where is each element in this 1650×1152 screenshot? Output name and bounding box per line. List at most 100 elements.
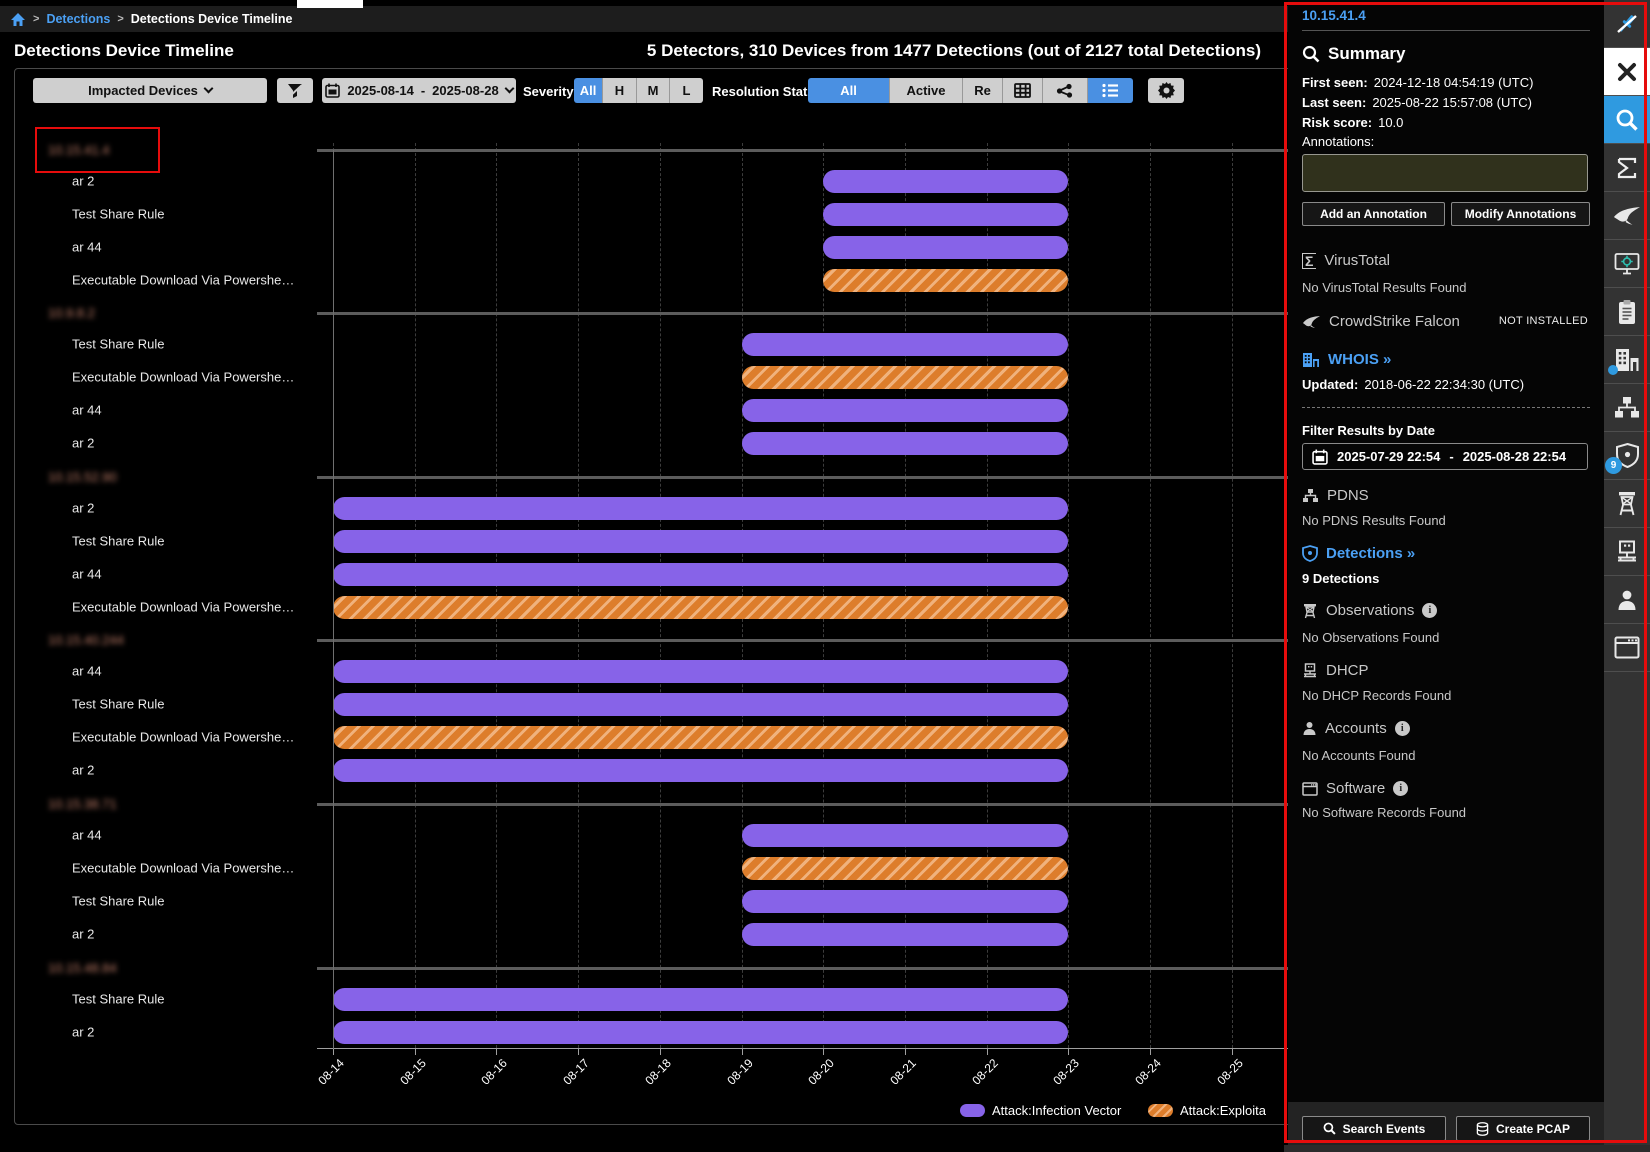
buildings-icon: [1614, 348, 1640, 372]
rail-unpin-button[interactable]: [1604, 0, 1650, 48]
rail-notes-button[interactable]: [1604, 288, 1650, 336]
rail-crowdstrike-button[interactable]: [1604, 192, 1650, 240]
person-icon: [1616, 589, 1638, 611]
timeline-bar[interactable]: [333, 1021, 1068, 1044]
detection-rule-label: Executable Download Via Powershe…: [72, 730, 294, 745]
timeline-bar[interactable]: [823, 269, 1068, 292]
axis-tick: [496, 1049, 497, 1055]
annotations-input[interactable]: [1302, 154, 1588, 192]
resolution-all-button[interactable]: All: [808, 78, 890, 103]
breadcrumb-separator: >: [117, 13, 123, 25]
severity-medium-button[interactable]: M: [637, 78, 670, 103]
create-pcap-button[interactable]: Create PCAP: [1456, 1116, 1590, 1141]
pin-slash-icon: [1614, 11, 1640, 37]
rail-software-button[interactable]: [1604, 624, 1650, 672]
panel-date-range[interactable]: 2025-07-29 22:54 - 2025-08-28 22:54: [1302, 443, 1588, 470]
detection-rule-label: Test Share Rule: [72, 207, 165, 222]
device-ip-label[interactable]: 10.9.8.2: [48, 306, 95, 321]
search-icon: [1615, 108, 1639, 132]
severity-high-button[interactable]: H: [603, 78, 637, 103]
home-icon[interactable]: [10, 12, 26, 27]
timeline-bar[interactable]: [823, 170, 1068, 193]
graph-view-button[interactable]: [1043, 78, 1088, 103]
timeline-bar[interactable]: [742, 857, 1069, 880]
timeline-bar[interactable]: [333, 660, 1068, 683]
timeline-bar[interactable]: [742, 399, 1069, 422]
crowdstrike-title: CrowdStrike Falcon: [1329, 313, 1460, 330]
date-range-button[interactable]: 2025-08-14 - 2025-08-28: [322, 78, 516, 103]
timeline-bar[interactable]: [333, 759, 1068, 782]
rail-virustotal-button[interactable]: [1604, 144, 1650, 192]
rail-endpoint-monitor-button[interactable]: [1604, 240, 1650, 288]
device-ip-label[interactable]: 10.15.41.4: [48, 143, 109, 158]
timeline-bar[interactable]: [742, 366, 1069, 389]
observations-empty: No Observations Found: [1302, 630, 1439, 645]
timeline-bar[interactable]: [823, 203, 1068, 226]
table-view-button[interactable]: [1003, 78, 1043, 103]
device-ip-label[interactable]: 10.15.40.244: [48, 633, 124, 648]
timeline-bar[interactable]: [742, 333, 1069, 356]
software-empty: No Software Records Found: [1302, 805, 1466, 820]
modify-annotations-button[interactable]: Modify Annotations: [1451, 202, 1590, 226]
legend-swatch: [1148, 1104, 1173, 1117]
rail-search-button[interactable]: [1604, 96, 1650, 144]
rail-pdns-button[interactable]: [1604, 384, 1650, 432]
rail-dhcp-button[interactable]: [1604, 528, 1650, 576]
rail-accounts-button[interactable]: [1604, 576, 1650, 624]
device-ip-label[interactable]: 10.15.48.84: [48, 961, 117, 976]
rail-observations-button[interactable]: [1604, 480, 1650, 528]
rail-close-button[interactable]: [1604, 48, 1650, 96]
virustotal-title: VirusTotal: [1324, 252, 1390, 269]
detection-stats: 5 Detectors, 310 Devices from 1477 Detec…: [647, 41, 1261, 61]
filter-button[interactable]: [277, 78, 313, 103]
info-icon[interactable]: i: [1422, 603, 1437, 618]
detection-rule-label: ar 2: [72, 763, 94, 778]
timeline-bar[interactable]: [742, 824, 1069, 847]
search-events-button[interactable]: Search Events: [1302, 1116, 1446, 1141]
tower-icon: [1615, 491, 1639, 516]
timeline-bar[interactable]: [333, 530, 1068, 553]
person-icon: [1302, 721, 1317, 736]
timeline-bar[interactable]: [333, 563, 1068, 586]
severity-low-button[interactable]: L: [670, 78, 703, 103]
detection-rule-label: ar 44: [72, 664, 102, 679]
timeline-bar[interactable]: [333, 693, 1068, 716]
timeline-bar[interactable]: [742, 890, 1069, 913]
settings-button[interactable]: [1148, 78, 1184, 103]
info-icon[interactable]: i: [1395, 721, 1410, 736]
info-icon[interactable]: i: [1393, 781, 1408, 796]
legend-item: Attack:Exploita: [1148, 1103, 1266, 1118]
timeline-bar[interactable]: [333, 988, 1068, 1011]
impacted-devices-dropdown[interactable]: Impacted Devices: [33, 78, 267, 103]
resolution-active-button[interactable]: Active: [890, 78, 963, 103]
window-icon: [1302, 782, 1318, 796]
risk-score-label: Risk score:: [1302, 115, 1372, 130]
add-annotation-button[interactable]: Add an Annotation: [1302, 202, 1445, 226]
timeline-bar[interactable]: [333, 497, 1068, 520]
rail-detections-button[interactable]: 9: [1604, 432, 1650, 480]
rail-whois-button[interactable]: [1604, 336, 1650, 384]
date-start: 2025-08-14: [347, 83, 414, 98]
list-view-button[interactable]: [1088, 78, 1133, 103]
detections-link[interactable]: Detections »: [1302, 545, 1415, 562]
resolution-resolved-button[interactable]: Re: [963, 78, 1003, 103]
group-separator: [317, 476, 1288, 479]
timeline-bar[interactable]: [333, 596, 1068, 619]
timeline-bar[interactable]: [742, 923, 1069, 946]
panel-device-title[interactable]: 10.15.41.4: [1302, 8, 1366, 23]
detection-rule-label: ar 44: [72, 828, 102, 843]
whois-link[interactable]: WHOIS »: [1302, 351, 1391, 368]
detection-rule-label: ar 2: [72, 501, 94, 516]
timeline-bar[interactable]: [742, 432, 1069, 455]
sigma-icon: Σ: [1302, 253, 1316, 269]
timeline-bar[interactable]: [823, 236, 1068, 259]
falcon-icon: [1302, 315, 1321, 329]
timeline-bar[interactable]: [333, 726, 1068, 749]
first-seen-label: First seen:: [1302, 75, 1368, 90]
device-ip-label[interactable]: 10.15.38.71: [48, 797, 117, 812]
accounts-title: Accounts: [1325, 720, 1387, 737]
breadcrumb-detections[interactable]: Detections: [46, 12, 110, 26]
severity-all-button[interactable]: All: [574, 78, 603, 103]
device-ip-label[interactable]: 10.15.52.90: [48, 470, 117, 485]
whois-title: WHOIS »: [1328, 351, 1391, 368]
